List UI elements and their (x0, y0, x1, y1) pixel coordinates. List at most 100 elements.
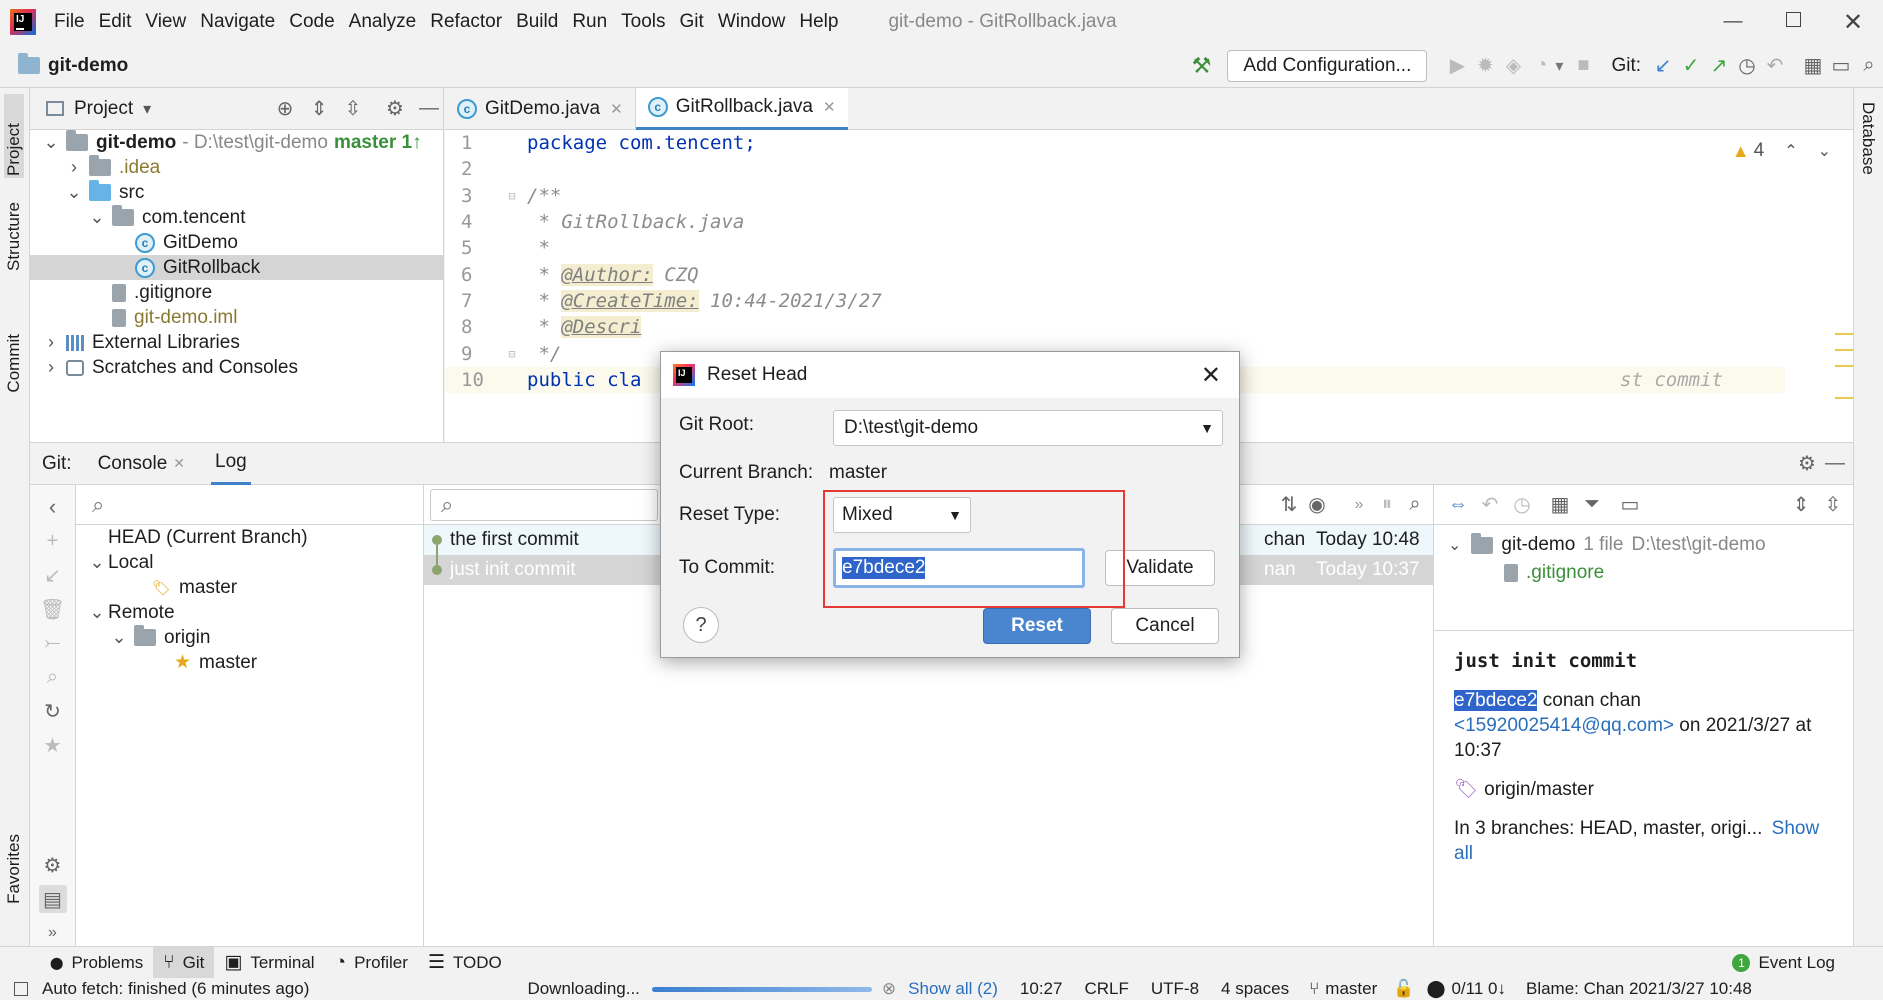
history-icon[interactable]: ◷ (1508, 491, 1536, 519)
expand-all-icon[interactable]: ⇕ (305, 95, 333, 123)
structure-tool-tab[interactable]: Structure (4, 202, 24, 271)
checkout-icon[interactable]: ↙ (39, 561, 67, 589)
project-tree-item[interactable]: ⌄ git-demo - D:\test\git-demo master 1↑ (30, 130, 443, 155)
line-separator[interactable]: CRLF (1084, 979, 1128, 999)
branch-tree-item[interactable]: ⌄ Remote (76, 600, 423, 625)
code-line[interactable]: 4 * GitRollback.java (445, 209, 1785, 235)
more-actions-icon[interactable]: » (1345, 491, 1373, 519)
back-chevron-icon[interactable]: ‹ (39, 493, 67, 521)
indent-setting[interactable]: 4 spaces (1221, 979, 1289, 999)
tab-git[interactable]: ⑂ Git (153, 946, 215, 979)
code-line[interactable]: 6 * @Author: CZQ (445, 261, 1785, 287)
filter-icon[interactable]: ⏷ (1578, 491, 1606, 519)
presentation-icon[interactable]: ▭ (1827, 52, 1855, 80)
git-commit-icon[interactable]: ✓ (1677, 52, 1705, 80)
collapse-chevron-icon[interactable]: › (40, 357, 62, 378)
expand-chevron-icon[interactable]: ⌄ (86, 602, 108, 623)
menu-item-code[interactable]: Code (289, 11, 334, 33)
tab-gitdemo-java[interactable]: c GitDemo.java ✕ (445, 88, 636, 130)
project-tree-item[interactable]: › .idea (30, 155, 443, 180)
branch-tree-item[interactable]: ⌄ Local (76, 550, 423, 575)
show-diff-icon[interactable]: ⇔ (1444, 491, 1472, 519)
run-options-chevron-icon[interactable]: ▾ (1555, 56, 1563, 76)
expand-all-icon[interactable]: ⇕ (1787, 491, 1815, 519)
menu-item-edit[interactable]: Edit (99, 11, 132, 33)
commit-hash[interactable]: e7bdece2 (1454, 690, 1538, 711)
add-configuration-button[interactable]: Add Configuration... (1227, 49, 1428, 82)
settings-gear-icon[interactable]: ⚙ (1793, 450, 1821, 478)
eye-icon[interactable]: ◉ (1303, 491, 1331, 519)
cancel-download-icon[interactable]: ⊗ (882, 979, 896, 999)
project-tree-item[interactable]: c GitDemo (30, 230, 443, 255)
branch-tree-item[interactable]: 🏷 master (76, 575, 423, 600)
tab-gitrollback-java[interactable]: c GitRollback.java ✕ (635, 88, 848, 130)
group-by-icon[interactable]: ▤ (38, 885, 67, 913)
minimize-button[interactable]: — (1703, 11, 1763, 33)
incoming-outgoing-counts[interactable]: 0/11 0↓ (1451, 979, 1506, 999)
git-update-icon[interactable]: ↙ (1649, 52, 1677, 80)
menu-item-analyze[interactable]: Analyze (349, 11, 417, 33)
fold-marker-icon[interactable]: ⊟ (497, 189, 527, 203)
git-push-icon[interactable]: ↗ (1705, 52, 1733, 80)
delete-branch-icon[interactable]: 🗑 (39, 595, 67, 623)
menu-item-git[interactable]: Git (680, 11, 704, 33)
code-line[interactable]: 1 package com.tencent; (445, 130, 1785, 156)
project-tree-item[interactable]: › External Libraries (30, 330, 443, 355)
menu-item-help[interactable]: Help (799, 11, 838, 33)
menu-item-window[interactable]: Window (718, 11, 786, 33)
commit-tool-tab[interactable]: Commit (4, 334, 24, 393)
fetch-icon[interactable]: ↻ (39, 697, 67, 725)
collapse-all-icon[interactable]: ⇳ (339, 95, 367, 123)
branch-tree-item[interactable]: HEAD (Current Branch) (76, 525, 423, 550)
close-tab-icon[interactable]: ✕ (823, 98, 836, 116)
project-tree-item[interactable]: .gitignore (30, 280, 443, 305)
merge-icon[interactable]: ⤚ (39, 629, 67, 657)
changes-root-row[interactable]: ⌄ git-demo 1 file D:\test\git-demo (1434, 531, 1853, 559)
dialog-close-icon[interactable]: ✕ (1201, 361, 1221, 390)
author-email-link[interactable]: <15920025414@qq.com> (1454, 715, 1674, 736)
collapse-chevron-icon[interactable]: › (40, 332, 62, 353)
tab-problems[interactable]: ⬤ Problems (40, 947, 153, 979)
new-branch-icon[interactable]: + (39, 527, 67, 555)
tab-console[interactable]: Console ✕ (98, 453, 185, 475)
close-tab-icon[interactable]: ✕ (610, 100, 623, 118)
code-line[interactable]: 5 * (445, 235, 1785, 261)
next-highlight-icon[interactable]: ⌄ (1818, 141, 1831, 161)
settings-gear-icon[interactable]: ⚙ (39, 851, 67, 879)
tab-terminal[interactable]: ▣ Terminal (214, 947, 324, 979)
blame-info[interactable]: Blame: Chan 2021/3/27 10:48 (1526, 979, 1752, 999)
code-line[interactable]: 3 ⊟/** (445, 183, 1785, 209)
expand-chevron-icon[interactable]: ⌄ (1448, 535, 1461, 555)
expand-chevron-icon[interactable]: ⌄ (63, 182, 85, 203)
branch-tree-item[interactable]: ★ master (76, 650, 423, 675)
git-history-icon[interactable]: ◷ (1733, 52, 1761, 80)
file-encoding[interactable]: UTF-8 (1151, 979, 1199, 999)
pause-icon[interactable]: ⏸ (1373, 491, 1401, 519)
view-dropdown-chevron-icon[interactable]: ▾ (143, 99, 151, 119)
cancel-button[interactable]: Cancel (1111, 608, 1219, 644)
changes-file-row[interactable]: .gitignore (1434, 559, 1853, 587)
project-tree-item[interactable]: ⌄ src (30, 180, 443, 205)
project-structure-icon[interactable]: ▦ (1799, 52, 1827, 80)
code-line[interactable]: 8 * @Descri (445, 314, 1785, 340)
inspection-widget[interactable]: ▲ 4 ⌃ ⌄ (1732, 140, 1831, 162)
branch-search-input[interactable]: ⌕ (76, 485, 423, 525)
database-tool-tab[interactable]: Database (1858, 102, 1878, 175)
tab-todo[interactable]: ☰ TODO (418, 947, 512, 979)
project-tool-tab[interactable]: Project (4, 94, 24, 178)
close-window-button[interactable]: ✕ (1823, 8, 1883, 37)
debug-icon[interactable]: ✹ (1471, 52, 1499, 80)
expand-chevron-icon[interactable]: ⌄ (40, 132, 62, 153)
code-line[interactable]: 7 * @CreateTime: 10:44-2021/3/27 (445, 288, 1785, 314)
search-icon[interactable]: ⌕ (39, 663, 67, 691)
project-tree-item[interactable]: ⌄ com.tencent (30, 205, 443, 230)
fold-marker-icon[interactable]: ⊟ (497, 347, 527, 361)
show-all-tasks-link[interactable]: Show all (2) (908, 979, 998, 999)
expand-chevron-icon[interactable]: ⌄ (86, 552, 108, 573)
stop-icon[interactable]: ■ (1569, 52, 1597, 80)
branch-tree-item[interactable]: ⌄ origin (76, 625, 423, 650)
expand-chevron-icon[interactable]: ⌄ (108, 627, 130, 648)
maximize-button[interactable] (1763, 11, 1823, 33)
status-checkbox[interactable] (14, 982, 28, 996)
menu-item-view[interactable]: View (145, 11, 186, 33)
